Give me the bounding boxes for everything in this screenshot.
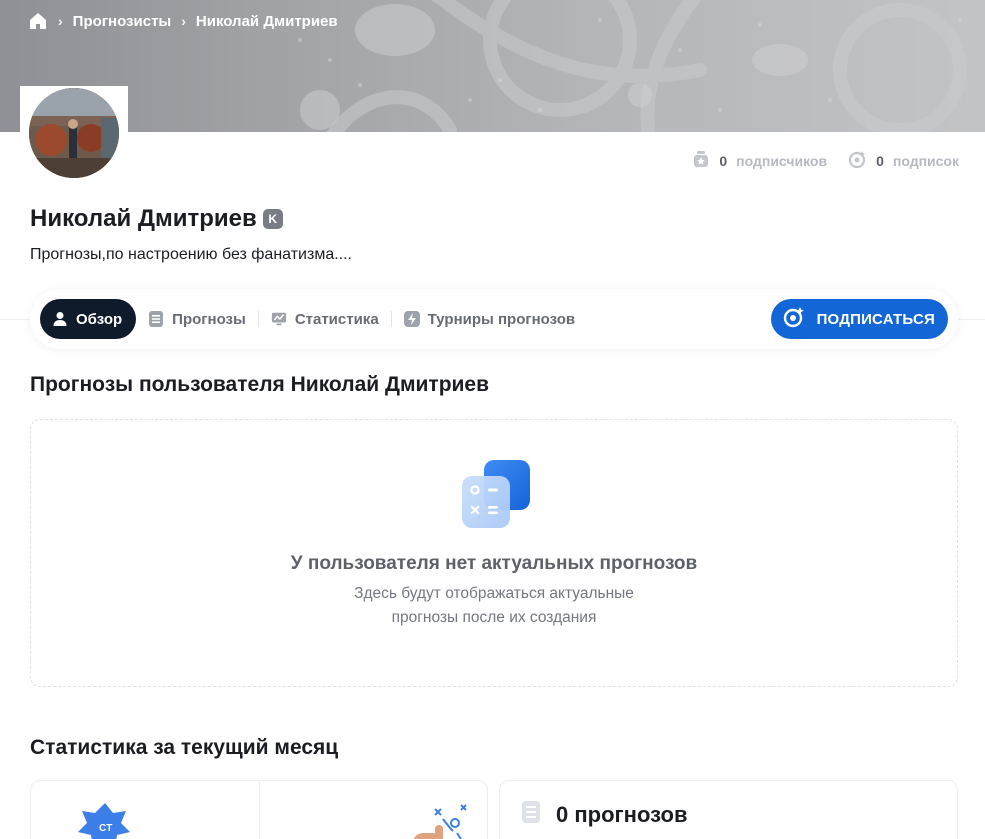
subscriptions-label: подписок [892, 152, 959, 169]
profile-bio: Прогнозы,по настроению без фанатизма.... [30, 246, 352, 263]
subscribe-button[interactable]: ПОДПИСАТЬСЯ [770, 299, 948, 339]
tactics-board-icon [403, 803, 473, 839]
calculator-icon [460, 460, 532, 530]
subscriptions-count: 0 [876, 152, 884, 169]
stats-section-title: Статистика за текущий месяц [30, 736, 339, 759]
chevron-right-icon: › [181, 13, 186, 29]
home-icon[interactable] [28, 11, 48, 31]
lightning-icon [403, 311, 420, 327]
breadcrumb-forecasters-link[interactable]: Прогнозисты [73, 13, 172, 30]
profile-tabs: Обзор Прогнозы Статистика Турниры прогно… [30, 289, 958, 349]
svg-text:CT: CT [99, 823, 112, 834]
tab-overview-label: Обзор [76, 310, 123, 328]
tab-overview[interactable]: Обзор [40, 299, 137, 339]
breadcrumb-current: Николай Дмитриев [195, 12, 338, 30]
profile-name: Николай Дмитриев [30, 205, 257, 232]
predictions-section-title: Прогнозы пользователя Николай Дмитриев [30, 373, 490, 396]
star-badge-icon: CT [51, 801, 131, 839]
subscribe-label: ПОДПИСАТЬСЯ [816, 310, 935, 328]
empty-state-line-1: Здесь будут отображаться актуальные [354, 585, 634, 602]
tab-tournaments-label: Турниры прогнозов [427, 310, 576, 328]
avatar-container [20, 86, 128, 186]
empty-state-line-2: прогнозы после их создания [391, 609, 597, 626]
tab-predictions[interactable]: Прогнозы [136, 299, 258, 339]
profile-name-row: Николай Дмитриев K [30, 205, 283, 233]
empty-predictions-box: У пользователя нет актуальных прогнозов … [30, 419, 958, 687]
user-icon [52, 311, 68, 327]
chart-icon [271, 311, 287, 327]
subscriptions-icon [848, 150, 867, 171]
subscribers-icon [692, 150, 710, 171]
tab-statistics-label: Статистика [294, 310, 379, 328]
stats-illustration-card: CT [30, 780, 488, 839]
stats-predictions-card: 0 прогнозов [499, 780, 958, 839]
subscribers-count: 0 [719, 152, 728, 169]
list-icon [148, 311, 164, 327]
subscribers-counter: 0 подписчиков [692, 150, 827, 171]
rank-badge: K [262, 209, 283, 229]
subscribe-icon [783, 306, 805, 332]
empty-state-subtitle: Здесь будут отображаться актуальные прог… [31, 582, 957, 630]
subscribers-label: подписчиков [736, 152, 828, 169]
profile-counters: 0 подписчиков 0 подписок [692, 150, 959, 171]
empty-state-title: У пользователя нет актуальных прогнозов [290, 553, 698, 574]
avatar [29, 88, 119, 178]
card-divider [259, 781, 260, 839]
tab-tournaments[interactable]: Турниры прогнозов [392, 299, 587, 339]
tab-predictions-label: Прогнозы [172, 310, 246, 328]
breadcrumb: › Прогнозисты › Николай Дмитриев [28, 11, 338, 31]
list-icon [522, 801, 540, 828]
tab-statistics[interactable]: Статистика [259, 299, 391, 339]
chevron-right-icon: › [58, 13, 63, 29]
subscriptions-counter: 0 подписок [848, 150, 959, 171]
predictions-count: 0 прогнозов [556, 801, 688, 827]
predictions-count-row: 0 прогнозов [522, 801, 687, 828]
